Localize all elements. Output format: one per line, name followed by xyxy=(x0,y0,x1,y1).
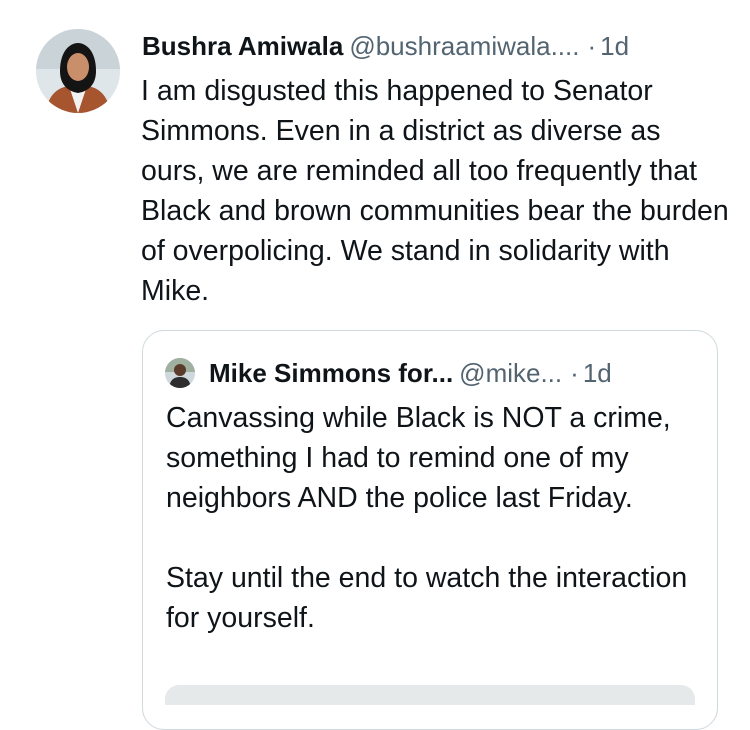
quoted-tweet-timestamp[interactable]: 1d xyxy=(583,358,612,388)
tweet[interactable]: Bushra Amiwala @bushraamiwala.... · 1d I am… xyxy=(0,0,750,730)
tweet-timestamp[interactable]: 1d xyxy=(600,31,629,61)
quoted-tweet-header: Mike Simmons for... @mike... · 1d xyxy=(209,353,709,393)
quoted-separator-dot: · xyxy=(570,358,579,388)
tweet-text: I am disgusted this happened to Senator … xyxy=(141,75,729,307)
tweet-header: Bushra Amiwala @bushraamiwala.... · 1d xyxy=(142,26,732,66)
author-name[interactable]: Bushra Amiwala xyxy=(142,31,343,61)
separator-dot: · xyxy=(587,31,597,61)
quoted-tweet-card[interactable]: Mike Simmons for... @mike... · 1d Canvassin… xyxy=(142,330,718,730)
author-handle[interactable]: @bushraamiwala.... xyxy=(349,31,579,61)
quoted-tweet-media[interactable] xyxy=(165,685,695,705)
quoted-tweet-text: Canvassing while Black is NOT a crime, s… xyxy=(166,402,688,634)
quoted-author-avatar[interactable] xyxy=(165,358,195,388)
quoted-author-handle[interactable]: @mike... xyxy=(459,358,562,388)
author-avatar[interactable] xyxy=(36,29,120,113)
quoted-author-name[interactable]: Mike Simmons for... xyxy=(209,358,453,388)
